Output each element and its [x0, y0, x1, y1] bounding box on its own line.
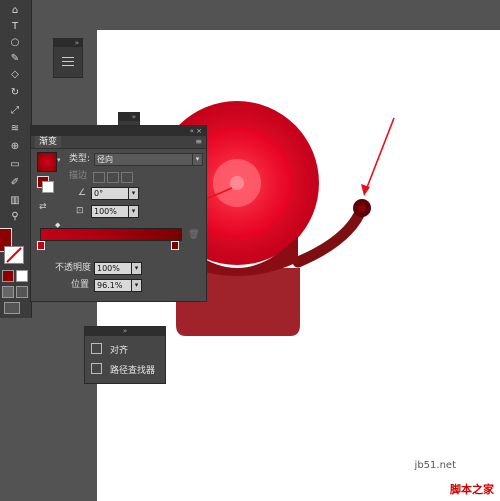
align-panel-item[interactable]: 对齐 — [91, 343, 128, 357]
graph-icon[interactable]: ▥ — [6, 194, 24, 208]
scale-icon[interactable]: ⤢ — [6, 104, 24, 118]
opacity-label: 不透明度 — [55, 263, 92, 273]
gradient-preview-swatch[interactable] — [37, 152, 57, 172]
panel-grip[interactable]: » — [85, 327, 165, 336]
chevron-down-icon[interactable]: ▾ — [131, 279, 142, 292]
chevron-down-icon[interactable]: ▾ — [128, 205, 139, 218]
chevron-down-icon[interactable]: ▾ — [131, 262, 142, 275]
selection-icon[interactable]: ⌂ — [6, 4, 24, 18]
type-icon[interactable]: T — [6, 20, 24, 34]
chevron-down-icon[interactable]: ▾ — [57, 156, 61, 164]
panel-menu-icon[interactable] — [62, 57, 74, 58]
warp-icon[interactable]: ≋ — [6, 122, 24, 136]
collapse-panel-button[interactable]: « — [190, 127, 194, 135]
eyedropper-icon[interactable]: ✐ — [6, 176, 24, 190]
angle-icon: ∠ — [78, 188, 87, 198]
stroke-across-icon[interactable] — [121, 172, 133, 183]
chevron-down-icon[interactable]: ▾ — [192, 153, 203, 166]
draw-mode-icon[interactable] — [2, 286, 14, 298]
stroke-within-icon[interactable] — [93, 172, 105, 183]
pathfinder-panel-item[interactable]: 路径查找器 — [91, 363, 155, 377]
zoom-icon[interactable]: ⚲ — [6, 210, 24, 224]
align-pathfinder-panel: » 对齐 路径查找器 — [84, 326, 166, 384]
gradient-stop-right[interactable] — [171, 241, 179, 250]
aspect-ratio-icon: ⊡ — [76, 206, 84, 216]
collapsed-panel-dock[interactable]: » — [53, 38, 83, 78]
tools-panel: ⌂ T ○ ✎ ◇ ↻ ⤢ ≋ ⊕ ▭ ✐ ▥ ⚲ — [0, 0, 32, 318]
aspect-ratio-input[interactable]: 100% — [91, 205, 129, 218]
gradient-icon[interactable]: ▭ — [6, 158, 24, 172]
angle-input[interactable]: 0° — [91, 187, 129, 200]
screen-mode-icon[interactable] — [16, 286, 28, 298]
shape-builder-icon[interactable]: ⊕ — [6, 140, 24, 154]
panel-menu-icon[interactable]: ≡ — [195, 136, 202, 148]
pathfinder-icon — [91, 363, 102, 374]
watermark-text: 脚本之家 — [450, 483, 494, 496]
eraser-icon[interactable]: ◇ — [6, 68, 24, 82]
ellipse-icon[interactable]: ○ — [6, 36, 24, 50]
bell-center — [230, 176, 244, 190]
brush-icon[interactable]: ✎ — [6, 52, 24, 66]
delete-stop-icon[interactable]: 🗑 — [188, 230, 199, 240]
watermark-url: jb51.net — [414, 460, 456, 471]
stroke-along-icon[interactable] — [107, 172, 119, 183]
gradient-type-select[interactable]: 径向 — [94, 153, 194, 166]
location-input[interactable]: 96.1% — [94, 279, 132, 292]
stroke-swatch-small[interactable] — [42, 181, 54, 193]
color-mode-icon[interactable] — [2, 270, 14, 282]
chevron-down-icon[interactable]: ▾ — [128, 187, 139, 200]
reverse-gradient-icon[interactable]: ⇄ — [39, 202, 47, 212]
tab-gradient[interactable]: 渐变 — [35, 136, 62, 148]
gradient-stop-left[interactable] — [37, 241, 45, 250]
stroke-label: 描边 — [69, 171, 88, 181]
location-label: 位置 — [71, 280, 90, 290]
gradient-panel: « × 渐变 ≡ ▾ 类型: 径向 ▾ 描边 ⇄ ∠ 0° ▾ ⊡ 100% ▾… — [30, 125, 207, 302]
opacity-input[interactable]: 100% — [94, 262, 132, 275]
stroke-color-swatch[interactable] — [4, 246, 24, 264]
type-label: 类型: — [69, 154, 91, 164]
rotate-icon[interactable]: ↻ — [6, 86, 24, 100]
align-icon — [91, 343, 102, 354]
annotation-arrow-hammer — [365, 117, 395, 191]
gradient-slider[interactable] — [40, 228, 182, 241]
none-mode-icon[interactable] — [16, 270, 28, 282]
change-screen-icon[interactable] — [4, 302, 20, 314]
close-panel-button[interactable]: × — [196, 127, 202, 135]
